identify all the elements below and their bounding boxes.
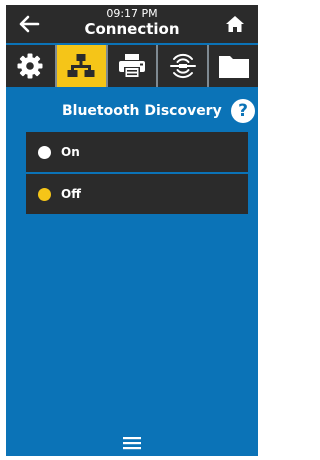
gear-icon bbox=[17, 53, 43, 79]
hamburger-menu-icon bbox=[123, 437, 141, 450]
back-button[interactable] bbox=[12, 9, 46, 39]
title-block: 09:17 PM Connection bbox=[66, 7, 198, 39]
network-icon bbox=[67, 54, 95, 77]
folder-icon bbox=[218, 56, 249, 78]
option-list: On Off bbox=[26, 132, 248, 216]
printer-screen: 09:17 PM Connection Bluetooth Discovery … bbox=[6, 5, 258, 456]
page-title: Connection bbox=[84, 20, 180, 38]
clock-time: 09:17 PM bbox=[106, 7, 158, 20]
radio-selected-icon bbox=[38, 187, 51, 201]
menu-button[interactable] bbox=[123, 435, 141, 450]
section-title: Bluetooth Discovery bbox=[62, 103, 222, 119]
rfid-icon bbox=[169, 53, 196, 79]
radio-unselected-icon bbox=[38, 145, 51, 159]
option-on[interactable]: On bbox=[26, 132, 248, 172]
printer-icon bbox=[118, 54, 145, 78]
tab-storage[interactable] bbox=[209, 45, 258, 87]
option-off[interactable]: Off bbox=[26, 174, 248, 214]
help-icon[interactable]: ? bbox=[231, 99, 255, 123]
tab-print[interactable] bbox=[108, 45, 159, 87]
tab-network[interactable] bbox=[56, 45, 108, 87]
option-label: On bbox=[61, 145, 80, 159]
tab-rfid[interactable] bbox=[158, 45, 210, 87]
home-button[interactable] bbox=[218, 9, 252, 39]
tab-bar bbox=[6, 45, 258, 87]
option-label: Off bbox=[61, 187, 81, 201]
tab-settings[interactable] bbox=[6, 45, 57, 87]
top-bar: 09:17 PM Connection bbox=[6, 5, 258, 43]
home-icon bbox=[226, 16, 244, 32]
arrow-left-icon bbox=[19, 15, 40, 33]
section-header: Bluetooth Discovery ? bbox=[6, 97, 258, 127]
